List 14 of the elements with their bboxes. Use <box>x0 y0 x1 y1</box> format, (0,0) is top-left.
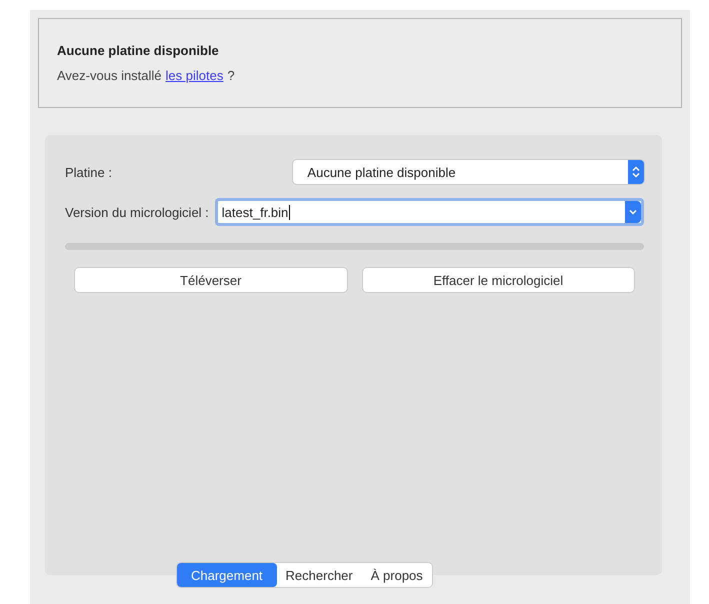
notice-text: Avez-vous installé <box>57 68 162 83</box>
tab[interactable]: Chargement <box>177 563 277 587</box>
firmware-combo[interactable]: latest_fr.bin <box>214 198 644 226</box>
action-button[interactable]: Téléverser <box>75 268 346 292</box>
action-button[interactable]: Effacer le micrologiciel <box>362 268 634 292</box>
chevron-icon <box>625 201 641 223</box>
text-cursor <box>289 204 290 220</box>
notice-text: ? <box>227 68 235 83</box>
board-label: Platine : <box>65 164 113 180</box>
board-select[interactable]: Aucune platine disponible <box>293 160 644 184</box>
stepper-icon <box>628 160 644 184</box>
notice-title: Aucune platine disponible <box>57 43 220 58</box>
firmware-label: Version du micrologiciel : <box>65 204 209 220</box>
drivers-link[interactable]: les pilotes <box>166 68 224 83</box>
